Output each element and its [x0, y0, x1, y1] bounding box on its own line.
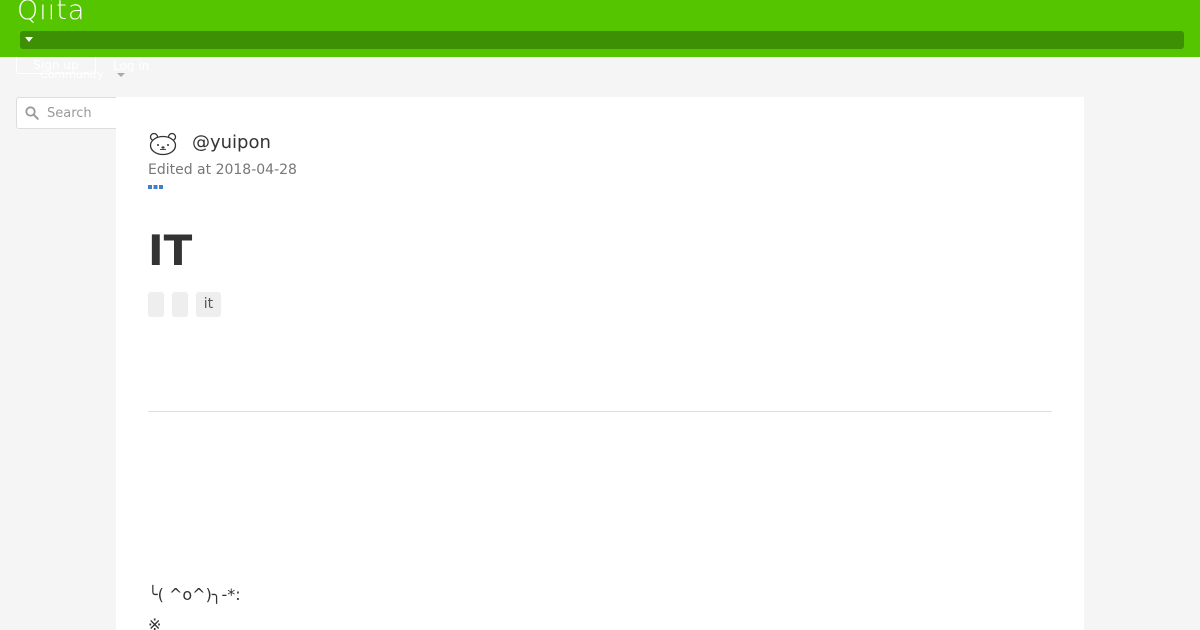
article-card: @yuipon Edited at 2018-04-28 IT it ╰( ^o…: [116, 97, 1084, 630]
author-username[interactable]: @yuipon: [192, 131, 271, 155]
bear-face-icon[interactable]: [148, 132, 178, 156]
edited-date: Edited at 2018-04-28: [148, 162, 297, 178]
qiita-logo[interactable]: Qiita: [17, 0, 85, 28]
tag[interactable]: [148, 292, 164, 317]
body-text: ╰( ^o^)╮-*:: [148, 585, 241, 604]
divider: [148, 411, 1052, 412]
article-title: IT: [148, 226, 193, 275]
tag-it[interactable]: it: [196, 292, 221, 317]
site-header: Qiita: [0, 0, 1200, 57]
caret-down-icon: [25, 37, 33, 42]
nav-bar[interactable]: [20, 31, 1184, 49]
tag[interactable]: [172, 292, 188, 317]
more-dots-icon[interactable]: [148, 184, 164, 190]
search-icon: [25, 106, 39, 120]
signup-button[interactable]: Sign up: [16, 57, 96, 74]
body-text: ※: [148, 615, 162, 630]
login-link[interactable]: Log in: [113, 58, 149, 74]
